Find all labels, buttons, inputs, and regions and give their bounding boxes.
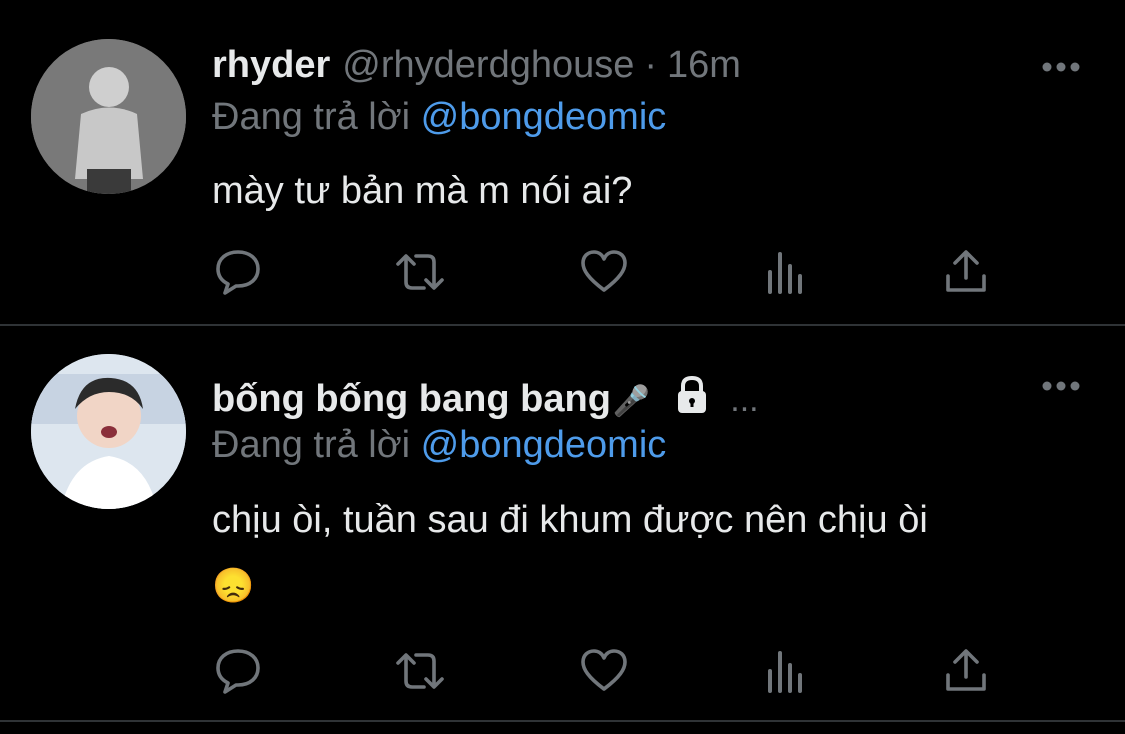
tweet-text-line: mày tư bản mà m nói ai? bbox=[212, 170, 633, 212]
avatar[interactable] bbox=[31, 354, 186, 509]
user-handle[interactable]: @rhyderdghouse bbox=[342, 44, 634, 87]
action-bar bbox=[0, 645, 1125, 705]
reply-icon[interactable] bbox=[212, 645, 264, 697]
tweet-text: mày tư bản mà m nói ai? bbox=[212, 158, 632, 224]
name-truncation: ... bbox=[730, 381, 759, 419]
tweet-header: bống bống bang bang 🎤 ... bbox=[212, 367, 759, 420]
views-icon[interactable] bbox=[760, 645, 812, 697]
display-name[interactable]: rhyder bbox=[212, 44, 330, 87]
divider bbox=[0, 324, 1125, 326]
like-icon[interactable] bbox=[578, 246, 630, 298]
display-name[interactable]: bống bống bang bang bbox=[212, 378, 611, 421]
reply-prefix: Đang trả lời bbox=[212, 424, 411, 466]
more-icon[interactable] bbox=[1041, 379, 1081, 393]
avatar[interactable] bbox=[31, 39, 186, 194]
tweet-header: rhyder @rhyderdghouse · 16m bbox=[212, 44, 741, 90]
like-icon[interactable] bbox=[578, 645, 630, 697]
more-icon[interactable] bbox=[1041, 60, 1081, 74]
disappointed-emoji: 😞 bbox=[212, 567, 255, 605]
tweet-text: chịu òi, tuần sau đi khum được nên chịu … bbox=[212, 487, 928, 619]
retweet-icon[interactable] bbox=[392, 246, 444, 298]
tweet[interactable]: rhyder @rhyderdghouse · 16m Đang trả lời… bbox=[0, 0, 1125, 325]
reply-mention-link[interactable]: @bongdeomic bbox=[421, 424, 667, 466]
action-bar bbox=[0, 246, 1125, 306]
share-icon[interactable] bbox=[940, 645, 992, 697]
timestamp[interactable]: 16m bbox=[667, 44, 741, 87]
separator-dot: · bbox=[644, 44, 658, 86]
share-icon[interactable] bbox=[940, 246, 992, 298]
views-icon[interactable] bbox=[760, 246, 812, 298]
reply-context: Đang trả lời @bongdeomic bbox=[212, 96, 666, 139]
microphone-emoji: 🎤 bbox=[612, 385, 651, 418]
tweet[interactable]: bống bống bang bang 🎤 ... Đang trả lời @… bbox=[0, 327, 1125, 721]
reply-prefix: Đang trả lời bbox=[212, 96, 411, 138]
retweet-icon[interactable] bbox=[392, 645, 444, 697]
lock-icon bbox=[670, 373, 714, 417]
divider bbox=[0, 720, 1125, 722]
tweet-text-line: chịu òi, tuần sau đi khum được nên chịu … bbox=[212, 499, 928, 541]
reply-icon[interactable] bbox=[212, 246, 264, 298]
reply-mention-link[interactable]: @bongdeomic bbox=[421, 96, 667, 138]
reply-context: Đang trả lời @bongdeomic bbox=[212, 424, 666, 467]
